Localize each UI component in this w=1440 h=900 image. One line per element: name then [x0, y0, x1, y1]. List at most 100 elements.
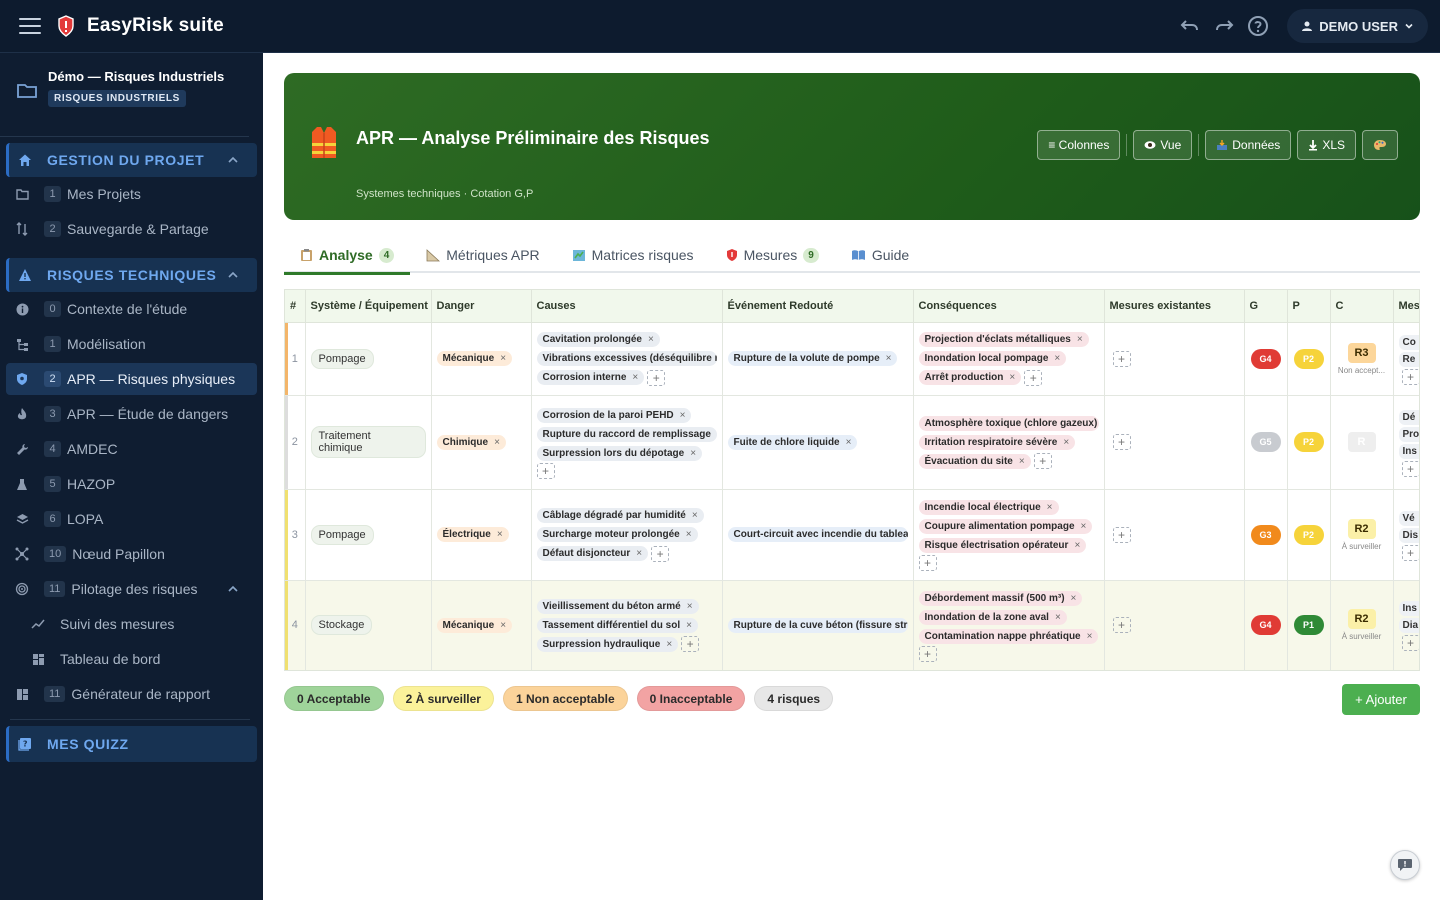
consequence-chip[interactable]: Inondation local pompage ×: [918, 351, 1067, 366]
undo-icon[interactable]: [1179, 15, 1201, 37]
cause-chip[interactable]: Câblage dégradé par humidité ×: [536, 508, 704, 523]
add-measure-button[interactable]: +: [1401, 368, 1419, 385]
sidebar-item-hazop[interactable]: 5 HAZOP: [6, 468, 257, 500]
remove-icon[interactable]: ×: [666, 639, 672, 650]
column-header[interactable]: G: [1244, 290, 1288, 323]
column-header[interactable]: Conséquences: [913, 290, 1105, 323]
consequence-chip[interactable]: Arrêt production ×: [918, 370, 1022, 385]
measure-chip[interactable]: Re: [1398, 351, 1419, 367]
remove-icon[interactable]: ×: [632, 372, 638, 383]
chat-button[interactable]: [1390, 850, 1420, 880]
probability-badge[interactable]: P2: [1293, 524, 1324, 545]
sidebar-item-apr-risques-physiques[interactable]: 2 APR — Risques physiques: [6, 363, 257, 395]
table-row[interactable]: 2 Traitement chimique Chimique × Corrosio…: [285, 395, 1419, 490]
sidebar-item-sauvegarde[interactable]: 2 Sauvegarde & Partage: [6, 213, 257, 245]
consequence-chip[interactable]: Incendie local électrique ×: [918, 500, 1059, 515]
column-header[interactable]: Système / Équipement: [305, 290, 432, 323]
cause-chip[interactable]: Rupture du raccord de remplissage×: [536, 426, 717, 442]
consequence-chip[interactable]: Risque électrisation opérateur ×: [918, 538, 1087, 553]
remove-icon[interactable]: ×: [690, 448, 696, 459]
remove-icon[interactable]: ×: [500, 353, 506, 364]
column-header[interactable]: Causes: [531, 290, 723, 323]
cause-chip[interactable]: Défaut disjoncteur ×: [536, 546, 649, 561]
column-header[interactable]: Mesures existantes: [1104, 290, 1245, 323]
add-consequence-button[interactable]: +: [1024, 369, 1043, 386]
add-measure-button[interactable]: +: [1401, 635, 1419, 651]
cause-chip[interactable]: Corrosion interne ×: [536, 370, 645, 385]
cause-chip[interactable]: Tassement différentiel du sol ×: [536, 617, 698, 633]
add-measure-button[interactable]: +: [1401, 460, 1419, 477]
measure-chip[interactable]: Dé: [1398, 409, 1419, 425]
danger-chip[interactable]: Mécanique ×: [436, 351, 513, 366]
column-header[interactable]: #: [285, 290, 306, 323]
consequence-chip[interactable]: Débordement massif (500 m³) ×: [918, 590, 1083, 606]
probability-badge[interactable]: P2: [1293, 432, 1324, 452]
cause-chip[interactable]: Surpression hydraulique ×: [536, 636, 679, 652]
section-risques-techniques[interactable]: RISQUES TECHNIQUES O: [6, 258, 257, 292]
add-cause-button[interactable]: +: [536, 462, 555, 479]
gravity-badge[interactable]: G5: [1250, 432, 1281, 452]
menu-icon[interactable]: [19, 18, 41, 34]
view-button[interactable]: Vue: [1133, 130, 1193, 160]
tab-metriques[interactable]: Métriques APR: [410, 237, 555, 273]
remove-icon[interactable]: ×: [1077, 334, 1083, 345]
measure-chip[interactable]: Pro: [1398, 426, 1419, 442]
measure-chip[interactable]: Ins: [1398, 601, 1419, 616]
remove-icon[interactable]: ×: [1009, 372, 1015, 383]
add-consequence-button[interactable]: +: [918, 555, 937, 571]
column-header[interactable]: Événement Redouté: [722, 290, 914, 323]
danger-chip[interactable]: Électrique ×: [436, 527, 509, 542]
cause-chip[interactable]: Cavitation prolongée ×: [536, 332, 660, 347]
sidebar-item-amdec[interactable]: 4 AMDEC: [6, 433, 257, 465]
system-chip[interactable]: Stockage: [310, 615, 373, 635]
tab-guide[interactable]: Guide: [835, 237, 925, 273]
user-menu-button[interactable]: DEMO USER: [1287, 9, 1428, 43]
sidebar-item-contexte[interactable]: 0 Contexte de l'étude: [6, 293, 257, 325]
event-chip[interactable]: Rupture de la cuve béton (fissure struc: [727, 617, 908, 633]
theme-button[interactable]: [1362, 130, 1398, 160]
remove-icon[interactable]: ×: [500, 620, 506, 631]
probability-badge[interactable]: P1: [1293, 615, 1324, 635]
system-chip[interactable]: Traitement chimique: [310, 426, 426, 458]
danger-chip[interactable]: Chimique ×: [436, 434, 506, 450]
remove-icon[interactable]: ×: [846, 437, 852, 448]
sidebar-item-tableau-de-bord[interactable]: Tableau de bord: [6, 643, 257, 675]
consequence-chip[interactable]: Atmosphère toxique (chlore gazeux)×: [918, 415, 1099, 431]
cause-chip[interactable]: Corrosion de la paroi PEHD ×: [536, 407, 692, 423]
cause-chip[interactable]: Surcharge moteur prolongée ×: [536, 527, 698, 542]
remove-icon[interactable]: ×: [1081, 521, 1087, 532]
section-gestion-projet[interactable]: GESTION DU PROJET: [6, 143, 257, 177]
add-measure-button[interactable]: +: [1112, 526, 1131, 543]
remove-icon[interactable]: ×: [680, 410, 686, 421]
gravity-badge[interactable]: G3: [1250, 524, 1281, 545]
event-chip[interactable]: Rupture de la volute de pompe ×: [727, 351, 898, 366]
tab-mesures[interactable]: Mesures 9: [710, 237, 835, 273]
remove-icon[interactable]: ×: [1047, 502, 1053, 513]
danger-chip[interactable]: Mécanique ×: [436, 617, 513, 633]
column-header[interactable]: C: [1330, 290, 1394, 323]
remove-icon[interactable]: ×: [886, 353, 892, 364]
add-measure-button[interactable]: +: [1112, 617, 1131, 633]
remove-icon[interactable]: ×: [1074, 540, 1080, 551]
consequence-chip[interactable]: Irritation respiratoire sévère ×: [918, 434, 1076, 450]
remove-icon[interactable]: ×: [687, 601, 693, 612]
add-cause-button[interactable]: +: [647, 369, 666, 386]
consequence-chip[interactable]: Projection d'éclats métalliques ×: [918, 332, 1089, 347]
add-measure-button[interactable]: +: [1112, 434, 1131, 450]
system-chip[interactable]: Pompage: [310, 524, 374, 545]
help-icon[interactable]: [1247, 15, 1269, 37]
consequence-chip[interactable]: Inondation de la zone aval ×: [918, 609, 1067, 625]
sidebar-item-noeud-papillon[interactable]: 10 Nœud Papillon: [6, 538, 257, 570]
consequence-chip[interactable]: Coupure alimentation pompage ×: [918, 519, 1093, 534]
gravity-badge[interactable]: G4: [1250, 348, 1281, 369]
add-cause-button[interactable]: +: [681, 636, 700, 652]
redo-icon[interactable]: [1213, 15, 1235, 37]
sidebar-item-generateur-rapport[interactable]: 11 Générateur de rapport: [6, 678, 257, 710]
add-consequence-button[interactable]: +: [918, 645, 937, 662]
remove-icon[interactable]: ×: [686, 620, 692, 631]
sidebar-item-mes-projets[interactable]: 1 Mes Projets: [6, 178, 257, 210]
export-xls-button[interactable]: XLS: [1297, 130, 1356, 160]
tab-analyse[interactable]: Analyse 4: [284, 237, 411, 275]
measure-chip[interactable]: Dis: [1398, 527, 1419, 543]
column-header[interactable]: Danger: [431, 290, 532, 323]
